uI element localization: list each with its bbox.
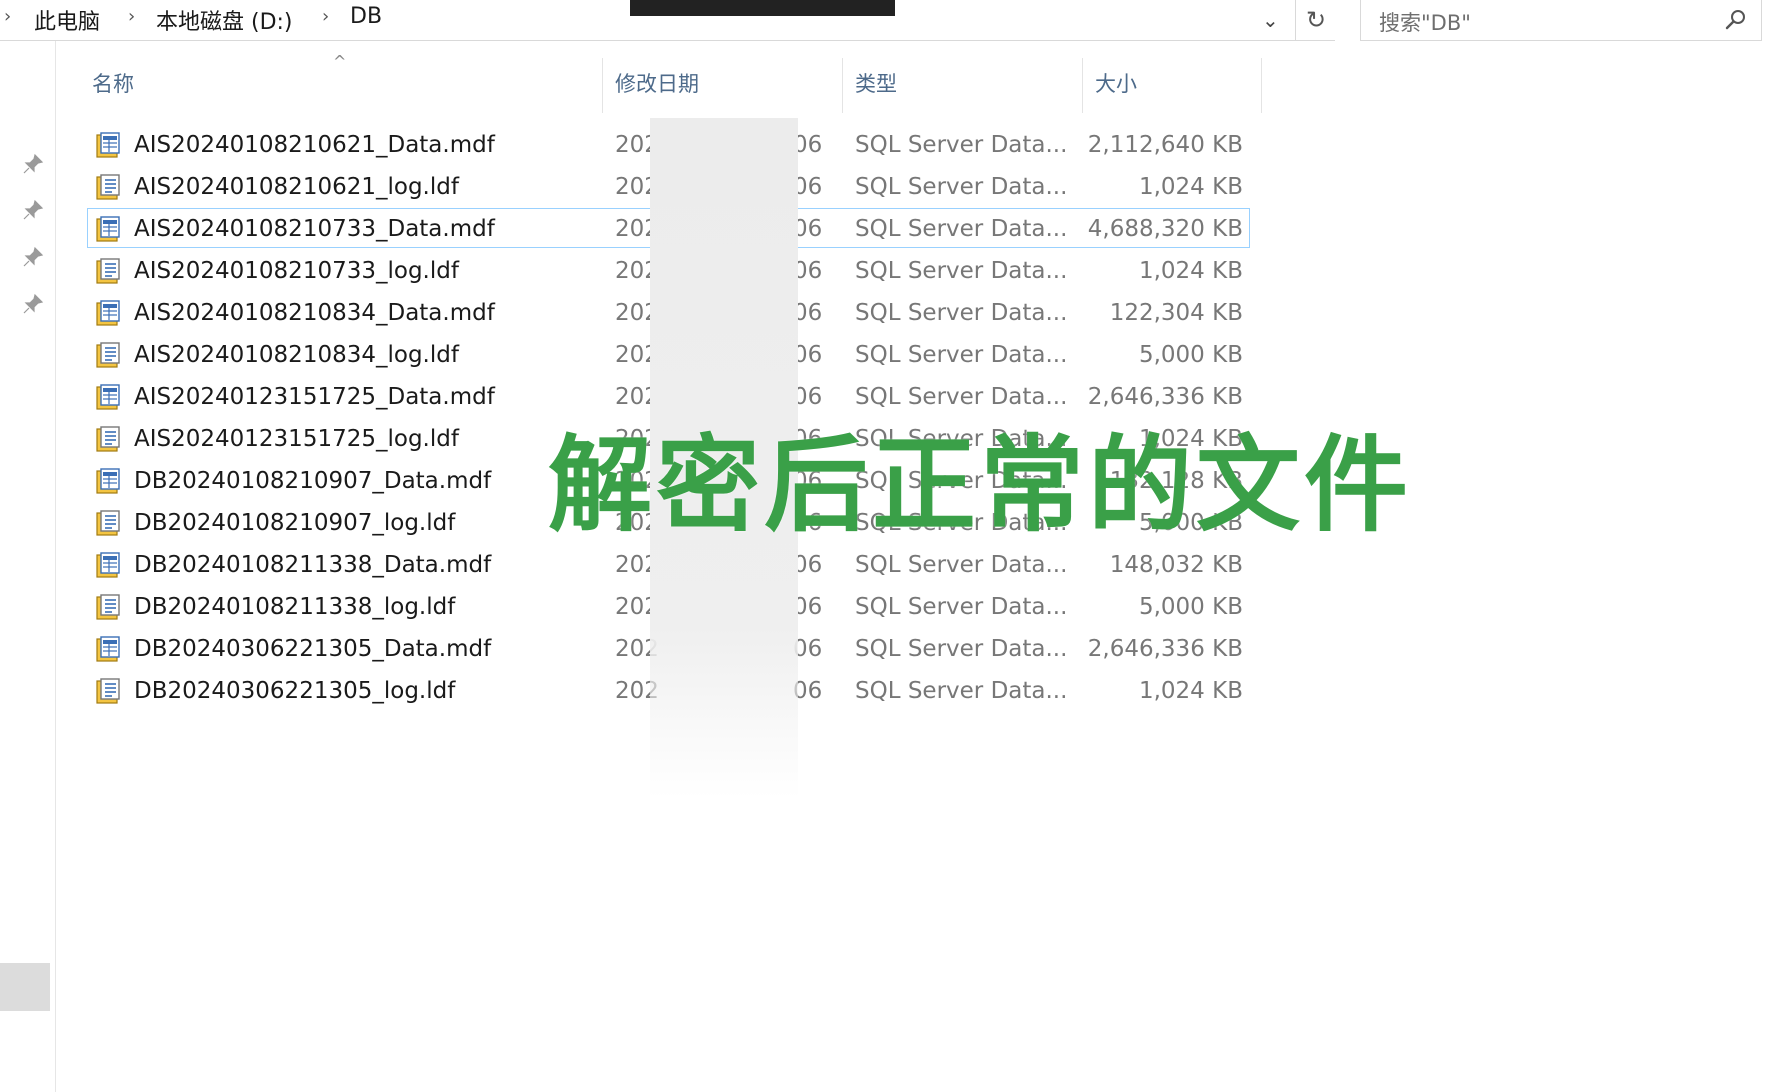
file-size: 148,032 KB [1109, 552, 1243, 578]
file-name: DB20240108210907_log.ldf [134, 510, 456, 536]
file-name: AIS20240123151725_Data.mdf [134, 384, 495, 410]
address-bar[interactable]: › 此电脑 › 本地磁盘 (D:) › DB ⌄ ↻ [0, 0, 1335, 41]
file-name: AIS20240108210834_log.ldf [134, 342, 459, 368]
log-file-icon [94, 593, 122, 621]
navigation-pane[interactable] [0, 41, 56, 1092]
refresh-icon: ↻ [1305, 6, 1327, 34]
redaction-bar [630, 0, 895, 16]
file-type: SQL Server Data... [855, 132, 1068, 158]
file-size: 1,024 KB [1138, 258, 1243, 284]
chevron-right-icon[interactable]: › [128, 6, 135, 27]
column-divider[interactable] [842, 58, 843, 113]
log-file-icon [94, 425, 122, 453]
file-size: 122,304 KB [1109, 300, 1243, 326]
chevron-right-icon[interactable]: › [4, 6, 11, 27]
file-type: SQL Server Data... [855, 216, 1068, 242]
search-icon[interactable] [1725, 8, 1747, 30]
search-input[interactable]: 搜索"DB" [1379, 7, 1471, 37]
log-file-icon [94, 509, 122, 537]
column-divider[interactable] [1261, 58, 1262, 113]
pin-icon[interactable] [22, 246, 44, 268]
sort-ascending-icon: ^ [333, 52, 347, 71]
chevron-down-icon[interactable]: ⌄ [1262, 8, 1279, 32]
file-type: SQL Server Data... [855, 258, 1068, 284]
file-size: 2,646,336 KB [1087, 636, 1243, 662]
log-file-icon [94, 257, 122, 285]
column-header-modified[interactable]: 修改日期 [615, 68, 699, 98]
file-type: SQL Server Data... [855, 594, 1068, 620]
file-name: AIS20240123151725_log.ldf [134, 426, 459, 452]
database-file-icon [94, 551, 122, 579]
column-header-name[interactable]: 名称 [92, 68, 134, 98]
file-name: AIS20240108210834_Data.mdf [134, 300, 495, 326]
log-file-icon [94, 173, 122, 201]
pin-icon[interactable] [22, 199, 44, 221]
file-name: DB20240306221305_Data.mdf [134, 636, 492, 662]
file-type: SQL Server Data... [855, 636, 1068, 662]
file-type: SQL Server Data... [855, 342, 1068, 368]
database-file-icon [94, 467, 122, 495]
log-file-icon [94, 677, 122, 705]
file-type: SQL Server Data... [855, 678, 1068, 704]
log-file-icon [94, 341, 122, 369]
database-file-icon [94, 299, 122, 327]
file-size: 5,000 KB [1138, 342, 1243, 368]
breadcrumb-db[interactable]: DB [350, 4, 382, 29]
column-header-size[interactable]: 大小 [1095, 68, 1137, 98]
overlay-caption: 解密后正常的文件 [548, 424, 1413, 546]
file-type: SQL Server Data... [855, 300, 1068, 326]
scrollbar-thumb[interactable] [0, 963, 50, 1011]
database-file-icon [94, 383, 122, 411]
column-header-type[interactable]: 类型 [855, 68, 897, 98]
file-type: SQL Server Data... [855, 174, 1068, 200]
file-size: 5,000 KB [1138, 594, 1243, 620]
file-name: AIS20240108210733_Data.mdf [134, 216, 495, 242]
file-name: DB20240108210907_Data.mdf [134, 468, 492, 494]
file-name: AIS20240108210621_Data.mdf [134, 132, 495, 158]
file-size: 1,024 KB [1138, 678, 1243, 704]
database-file-icon [94, 215, 122, 243]
file-name: AIS20240108210733_log.ldf [134, 258, 459, 284]
file-size: 1,024 KB [1138, 174, 1243, 200]
breadcrumb-local-disk-d[interactable]: 本地磁盘 (D:) [156, 4, 293, 36]
column-divider[interactable] [602, 58, 603, 113]
file-size: 4,688,320 KB [1087, 216, 1243, 242]
breadcrumb-this-pc[interactable]: 此电脑 [34, 4, 100, 36]
file-type: SQL Server Data... [855, 552, 1068, 578]
file-name: DB20240306221305_log.ldf [134, 678, 456, 704]
file-name: AIS20240108210621_log.ldf [134, 174, 459, 200]
chevron-right-icon[interactable]: › [322, 6, 329, 27]
pin-icon[interactable] [22, 153, 44, 175]
database-file-icon [94, 131, 122, 159]
file-name: DB20240108211338_log.ldf [134, 594, 456, 620]
file-name: DB20240108211338_Data.mdf [134, 552, 492, 578]
database-file-icon [94, 635, 122, 663]
search-box[interactable]: 搜索"DB" [1360, 0, 1762, 41]
refresh-button[interactable]: ↻ [1295, 0, 1336, 40]
pin-icon[interactable] [22, 293, 44, 315]
column-divider[interactable] [1082, 58, 1083, 113]
file-size: 2,112,640 KB [1087, 132, 1243, 158]
